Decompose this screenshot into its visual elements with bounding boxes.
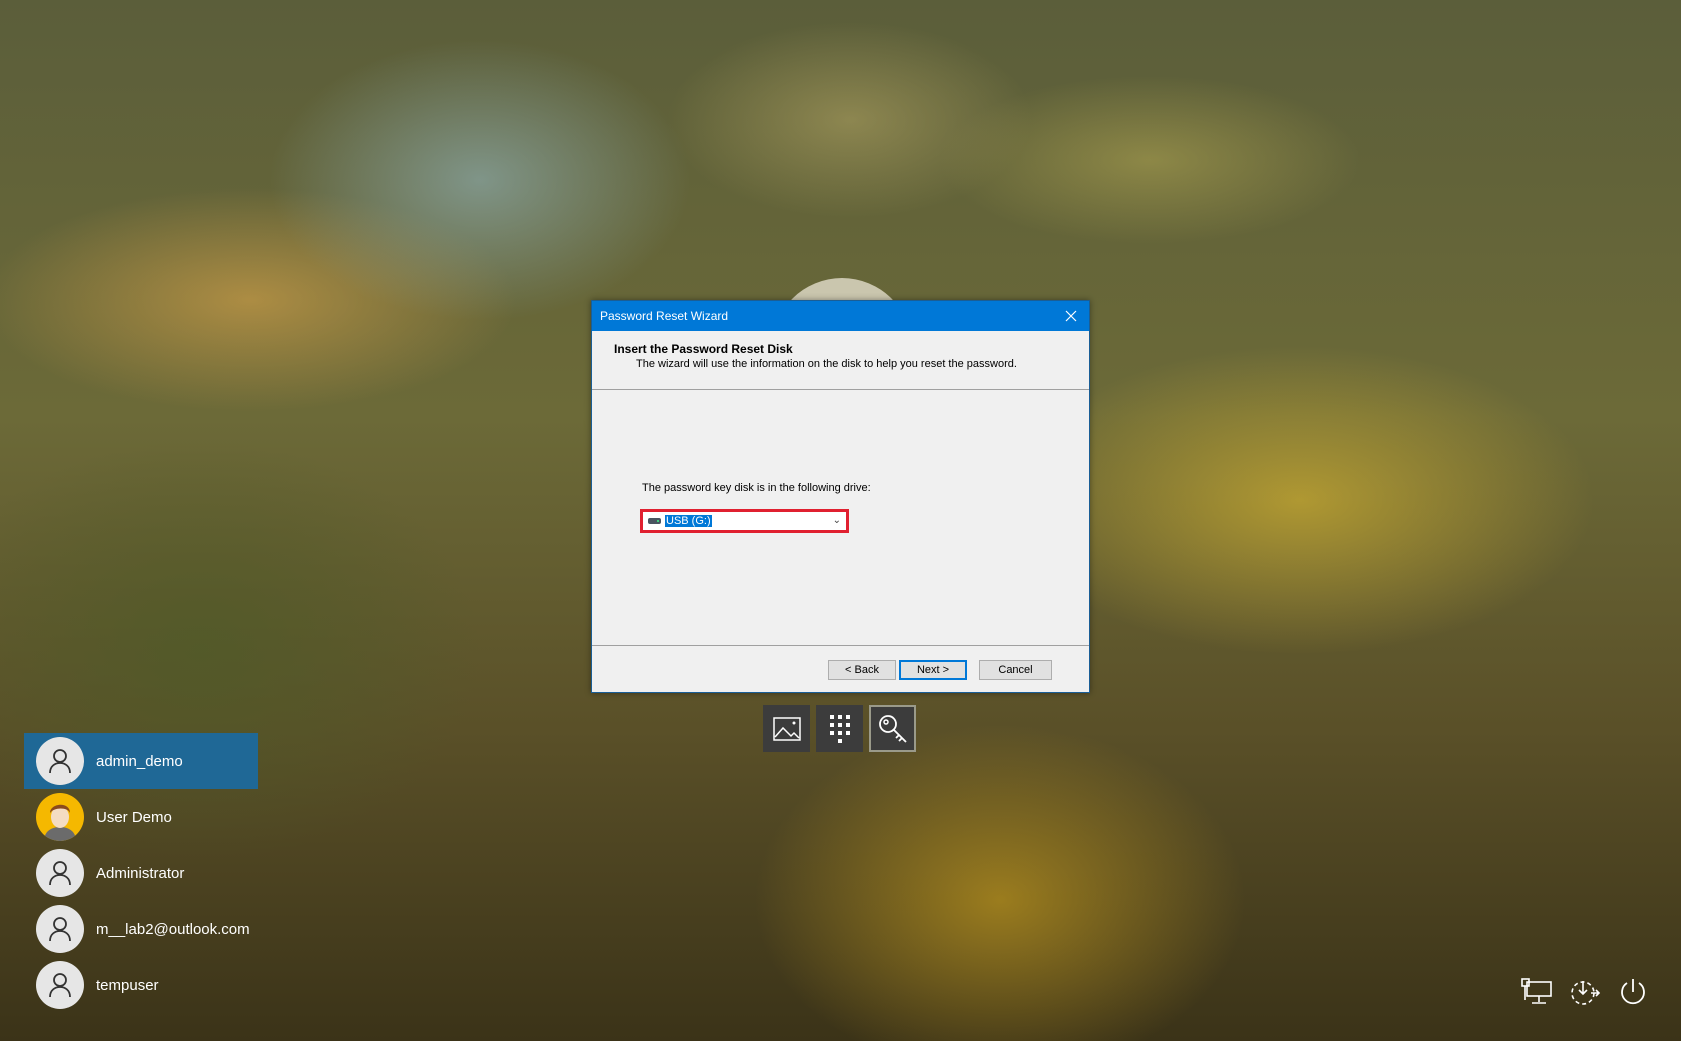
ease-of-access-icon <box>1571 981 1601 1005</box>
next-button[interactable]: Next > <box>899 660 967 680</box>
person-icon <box>49 917 71 942</box>
wizard-header: Insert the Password Reset Disk The wizar… <box>592 331 1089 390</box>
user-item[interactable]: tempuser <box>24 957 258 1013</box>
user-name: m__lab2@outlook.com <box>96 920 250 938</box>
avatar <box>36 849 84 897</box>
system-tray <box>1520 975 1650 1009</box>
close-button[interactable] <box>1053 301 1089 331</box>
network-button[interactable] <box>1520 975 1554 1009</box>
power-button[interactable] <box>1616 975 1650 1009</box>
user-item[interactable]: admin_demo <box>24 733 258 789</box>
ease-of-access-button[interactable] <box>1568 975 1602 1009</box>
power-icon <box>1621 979 1645 1005</box>
security-key-option[interactable] <box>869 705 916 752</box>
user-photo-icon <box>44 804 76 841</box>
avatar <box>36 961 84 1009</box>
user-name: tempuser <box>96 976 159 994</box>
user-item[interactable]: Administrator <box>24 845 258 901</box>
user-list: admin_demo User Demo Administrator m__la… <box>24 733 258 1013</box>
picture-password-option[interactable] <box>763 705 810 752</box>
security-key-icon <box>878 714 907 743</box>
drive-selected-value: USB (G:) <box>665 515 712 527</box>
user-name: User Demo <box>96 808 172 826</box>
close-icon <box>1065 310 1077 322</box>
chevron-down-icon[interactable]: ⌄ <box>833 515 841 526</box>
network-icon <box>1521 978 1552 1004</box>
user-item[interactable]: User Demo <box>24 789 258 845</box>
pin-option[interactable] <box>816 705 863 752</box>
wizard-step-title: Insert the Password Reset Disk <box>614 342 793 356</box>
drive-label: The password key disk is in the followin… <box>642 482 871 494</box>
pin-keypad-icon <box>829 714 850 743</box>
cancel-button[interactable]: Cancel <box>979 660 1052 680</box>
person-icon <box>49 749 71 774</box>
user-item[interactable]: m__lab2@outlook.com <box>24 901 258 957</box>
wizard-footer: < Back Next > Cancel <box>592 645 1089 692</box>
wizard-body: The password key disk is in the followin… <box>592 390 1089 645</box>
person-icon <box>49 861 71 886</box>
usb-drive-icon <box>648 518 661 524</box>
password-reset-wizard-dialog: Password Reset Wizard Insert the Passwor… <box>591 300 1090 693</box>
picture-password-icon <box>772 716 801 741</box>
avatar <box>36 793 84 841</box>
wizard-step-subtitle: The wizard will use the information on t… <box>636 358 1017 370</box>
dialog-title: Password Reset Wizard <box>600 309 729 323</box>
drive-dropdown[interactable]: USB (G:) ⌄ <box>640 509 849 533</box>
dialog-titlebar: Password Reset Wizard <box>592 301 1089 331</box>
avatar <box>36 737 84 785</box>
user-name: Administrator <box>96 864 185 882</box>
avatar <box>36 905 84 953</box>
person-icon <box>49 973 71 998</box>
user-name: admin_demo <box>96 752 183 770</box>
sign-in-options <box>763 705 916 752</box>
back-button[interactable]: < Back <box>828 660 896 680</box>
